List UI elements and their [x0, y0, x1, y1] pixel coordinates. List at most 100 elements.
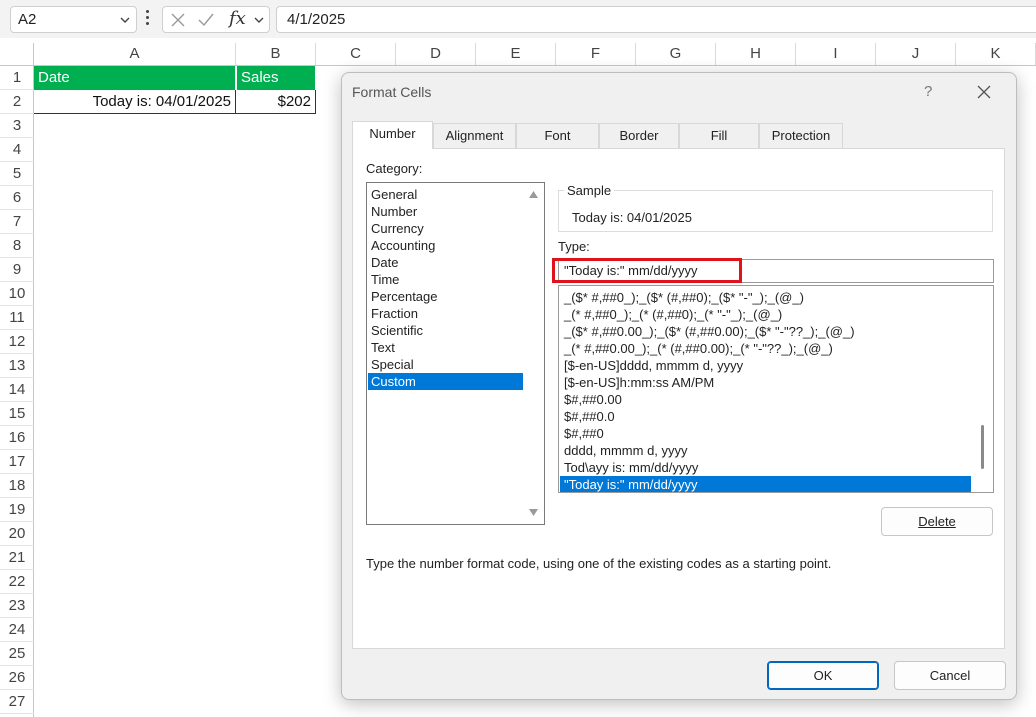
row-header[interactable]: 27 [0, 690, 34, 714]
close-icon[interactable] [976, 84, 992, 100]
row-header[interactable]: 22 [0, 570, 34, 594]
category-item-currency[interactable]: Currency [368, 220, 523, 237]
select-all-corner[interactable] [0, 43, 34, 65]
format-list-scrollbar[interactable] [981, 425, 984, 469]
row-header[interactable]: 19 [0, 498, 34, 522]
cell-b1[interactable]: Sales [237, 66, 315, 90]
column-header-g[interactable]: G [636, 43, 716, 65]
column-header-e[interactable]: E [476, 43, 556, 65]
row-header[interactable]: 10 [0, 282, 34, 306]
cell-b2[interactable]: $202 [236, 90, 316, 114]
help-button[interactable]: ? [924, 83, 932, 100]
cell-a2[interactable]: Today is: 04/01/2025 [34, 90, 236, 114]
row-header[interactable]: 17 [0, 450, 34, 474]
format-item[interactable]: _($* #,##0.00_);_($* (#,##0.00);_($* "-"… [560, 323, 971, 340]
category-item-time[interactable]: Time [368, 271, 523, 288]
ok-button[interactable]: OK [767, 661, 879, 690]
row-header[interactable]: 21 [0, 546, 34, 570]
column-header-a[interactable]: A [34, 43, 236, 65]
sample-value: Today is: 04/01/2025 [572, 210, 692, 225]
chevron-down-icon[interactable] [254, 16, 264, 24]
type-highlight-box [552, 258, 742, 283]
row-header[interactable]: 1 [0, 66, 34, 90]
tab-font[interactable]: Font [516, 123, 599, 148]
name-box[interactable]: A2 [10, 6, 137, 33]
format-item[interactable]: dddd, mmmm d, yyyy [560, 442, 971, 459]
format-item[interactable]: _(* #,##0_);_(* (#,##0);_(* "-"_);_(@_) [560, 306, 971, 323]
column-header-k[interactable]: K [956, 43, 1036, 65]
row-header[interactable]: 4 [0, 138, 34, 162]
row-header[interactable]: 24 [0, 618, 34, 642]
row-header[interactable]: 16 [0, 426, 34, 450]
row-header[interactable]: 2 [0, 90, 34, 114]
category-item-special[interactable]: Special [368, 356, 523, 373]
category-item-fraction[interactable]: Fraction [368, 305, 523, 322]
tab-border[interactable]: Border [599, 123, 679, 148]
column-header-h[interactable]: H [716, 43, 796, 65]
format-item[interactable]: _($* #,##0_);_($* (#,##0);_($* "-"_);_(@… [560, 289, 971, 306]
row-header[interactable]: 8 [0, 234, 34, 258]
format-item[interactable]: "Today is:" mm/dd/yyyy [560, 476, 971, 492]
scroll-up-icon[interactable] [529, 191, 538, 198]
chevron-down-icon[interactable] [120, 15, 130, 25]
format-item[interactable]: [$-en-US]h:mm:ss AM/PM [560, 374, 971, 391]
type-label: Type: [558, 239, 590, 254]
insert-function-icon[interactable]: fx [229, 8, 246, 29]
number-panel: Category: General Number Currency Accountin… [352, 148, 1005, 649]
format-list[interactable]: _($* #,##0_);_($* (#,##0);_($* "-"_);_(@… [558, 285, 994, 493]
format-item[interactable]: $#,##0.00 [560, 391, 971, 408]
cancel-button[interactable]: Cancel [894, 661, 1006, 690]
scroll-down-icon[interactable] [529, 509, 538, 516]
format-item[interactable]: Tod\ayy is: mm/dd/yyyy [560, 459, 971, 476]
column-header-d[interactable]: D [396, 43, 476, 65]
tab-number[interactable]: Number [352, 121, 433, 149]
format-item[interactable]: $#,##0.0 [560, 408, 971, 425]
formula-input[interactable]: 4/1/2025 [276, 6, 1036, 33]
cancel-icon[interactable] [170, 12, 186, 28]
format-item[interactable]: [$-en-US]dddd, mmmm d, yyyy [560, 357, 971, 374]
row-header[interactable]: 15 [0, 402, 34, 426]
row-header[interactable]: 26 [0, 666, 34, 690]
column-header-i[interactable]: I [796, 43, 876, 65]
format-item[interactable]: _(* #,##0.00_);_(* (#,##0.00);_(* "-"??_… [560, 340, 971, 357]
row-header[interactable]: 14 [0, 378, 34, 402]
tab-fill[interactable]: Fill [679, 123, 759, 148]
column-header-j[interactable]: J [876, 43, 956, 65]
row-header[interactable]: 5 [0, 162, 34, 186]
column-header-c[interactable]: C [316, 43, 396, 65]
enter-icon[interactable] [197, 12, 215, 28]
category-label: Category: [366, 161, 423, 176]
row-header[interactable]: 11 [0, 306, 34, 330]
category-item-custom[interactable]: Custom [368, 373, 523, 390]
sample-label: Sample [564, 183, 615, 198]
column-header-b[interactable]: B [236, 43, 316, 65]
more-options-icon[interactable] [145, 10, 151, 28]
category-item-scientific[interactable]: Scientific [368, 322, 523, 339]
name-box-value: A2 [18, 11, 37, 28]
formula-input-value: 4/1/2025 [287, 11, 346, 28]
tab-protection[interactable]: Protection [759, 123, 843, 148]
row-header[interactable]: 20 [0, 522, 34, 546]
category-item-accounting[interactable]: Accounting [368, 237, 523, 254]
row-header[interactable]: 25 [0, 642, 34, 666]
row-header[interactable]: 23 [0, 594, 34, 618]
category-item-text[interactable]: Text [368, 339, 523, 356]
category-item-general[interactable]: General [368, 186, 523, 203]
row-header[interactable]: 6 [0, 186, 34, 210]
category-item-percentage[interactable]: Percentage [368, 288, 523, 305]
tab-alignment[interactable]: Alignment [433, 123, 516, 148]
row-header[interactable]: 18 [0, 474, 34, 498]
category-item-date[interactable]: Date [368, 254, 523, 271]
column-header-f[interactable]: F [556, 43, 636, 65]
delete-button[interactable]: Delete [881, 507, 993, 536]
row-header[interactable]: 12 [0, 330, 34, 354]
row-header[interactable]: 13 [0, 354, 34, 378]
cell-a1[interactable]: Date [34, 66, 235, 90]
delete-button-label: Delete [918, 514, 956, 529]
row-header[interactable]: 3 [0, 114, 34, 138]
format-item[interactable]: $#,##0 [560, 425, 971, 442]
row-header[interactable]: 7 [0, 210, 34, 234]
category-list[interactable]: General Number Currency Accounting Date Time P… [366, 182, 545, 525]
row-header[interactable]: 9 [0, 258, 34, 282]
category-item-number[interactable]: Number [368, 203, 523, 220]
